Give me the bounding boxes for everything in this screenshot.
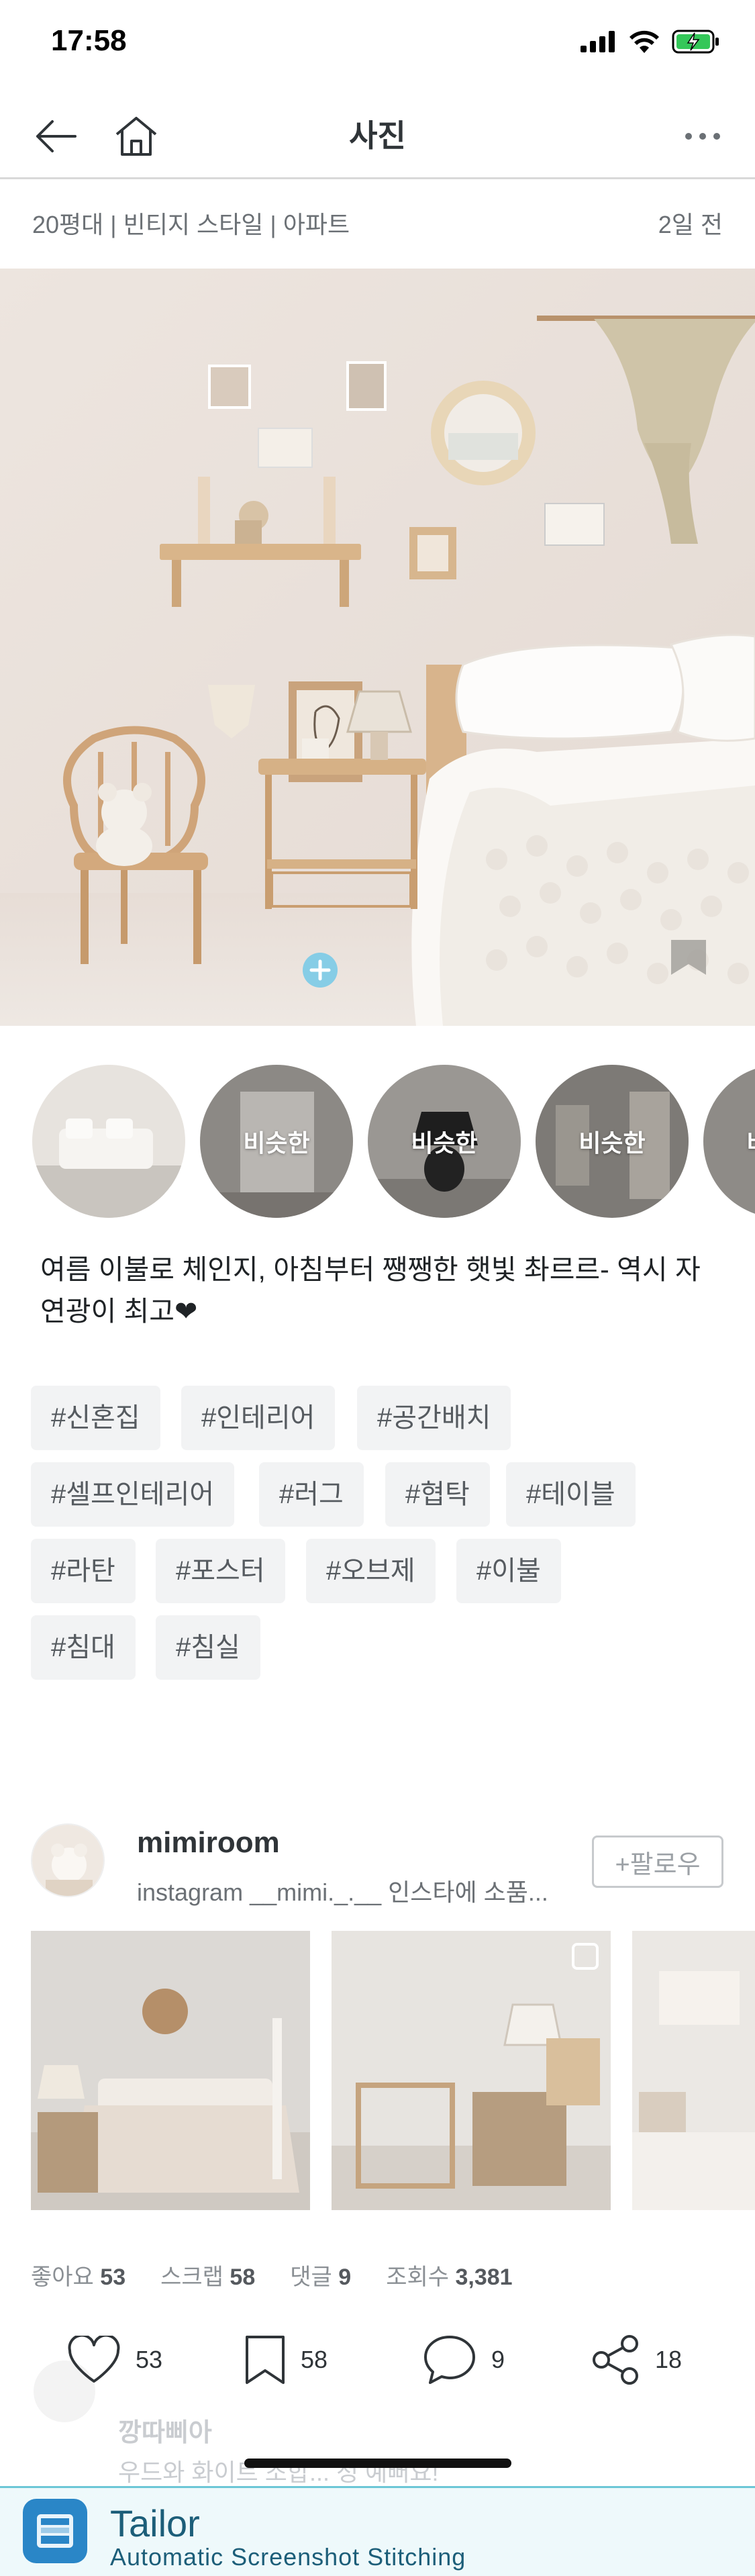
follow-button[interactable]: +팔로우 [592,1835,723,1888]
similar-label: 비슷한 [578,1129,646,1157]
share-icon [593,2335,638,2385]
similar-photo-4[interactable]: 비슷한 [536,1065,689,1218]
comments-count: 9 [338,2264,352,2290]
hashtag[interactable]: #협탁 [385,1462,490,1527]
battery-charging-icon [672,30,719,54]
scrap-count: 58 [301,2346,328,2373]
post-caption: 여름 이불로 체인지, 아침부터 쨍쨍한 햇빛 촤르르- 역시 자연광이 최고❤ [40,1254,701,1327]
status-time: 17:58 [51,24,127,57]
similar-photo-2[interactable]: 비슷한 [200,1065,353,1218]
share-button[interactable]: 18 [591,2330,682,2390]
comment-count: 9 [491,2346,505,2373]
similar-label: 비슷한 [243,1129,310,1157]
hashtag[interactable]: #테이블 [506,1462,636,1527]
user-photo-thumbnail-3[interactable] [632,1931,755,2210]
similar-photo-5[interactable]: 비슷한 [703,1065,755,1218]
page-title: 사진 [349,118,406,153]
post-photo[interactable] [0,269,755,1026]
similar-photo-1[interactable] [32,1065,185,1218]
comment-button[interactable]: 9 [423,2330,505,2390]
hashtag[interactable]: #공간배치 [357,1386,511,1450]
cellular-signal-icon [581,31,615,52]
hashtag[interactable]: #러그 [259,1462,364,1527]
bedroom-photo-illustration [0,269,755,1026]
hashtag[interactable]: #신혼집 [31,1386,160,1450]
heart-icon [68,2336,120,2383]
share-count: 18 [655,2346,683,2373]
similar-photo-3[interactable]: 비슷한 [368,1065,521,1218]
hashtag[interactable]: #라탄 [31,1539,136,1603]
tailor-subtitle: Automatic Screenshot Stitching [110,2543,466,2571]
like-count: 53 [136,2346,163,2373]
more-options-button[interactable] [674,107,732,165]
comment-author: 깡따삐아 [118,2419,212,2447]
hashtag[interactable]: #포스터 [156,1539,285,1603]
nav-divider [0,177,755,179]
status-icons [581,30,720,54]
like-button[interactable]: 53 [67,2330,162,2390]
user-name[interactable]: mimiroom [137,1826,280,1860]
likes-label: 좋아요 [31,2264,94,2290]
hashtag[interactable]: #인테리어 [181,1386,336,1450]
user-photo-thumbnail-2[interactable] [332,1931,611,2210]
bookmark-icon [246,2336,285,2384]
wifi-icon [630,30,659,53]
hashtag[interactable]: #침실 [156,1615,260,1680]
user-photo-thumbnail-1[interactable] [31,1931,310,2210]
user-avatar[interactable] [31,1823,105,1897]
hashtag[interactable]: #셀프인테리어 [31,1462,235,1527]
tailor-title: Tailor [110,2502,200,2544]
post-meta-info: 20평대 | 빈티지 스타일 | 아파트 [32,211,350,238]
views-label: 조회수 [386,2264,450,2290]
hashtag[interactable]: #침대 [31,1615,136,1680]
similar-label: 비슷한 [703,1065,755,1218]
scraps-count: 58 [230,2264,256,2290]
scraps-label: 스크랩 [160,2264,223,2290]
post-time: 2일 전 [658,211,723,238]
speech-bubble-icon [424,2336,475,2384]
scrap-button[interactable]: 58 [244,2330,328,2390]
post-stats: 좋아요 53 스크랩 58 댓글 9 조회수 3,381 [31,2258,548,2291]
hashtag[interactable]: #이불 [456,1539,561,1603]
tailor-app-icon [23,2499,87,2563]
views-count: 3,381 [455,2264,513,2290]
hashtag[interactable]: #오브제 [306,1539,436,1603]
likes-count: 53 [100,2264,126,2290]
user-subtitle: instagram __mimi._.__ 인스타에 소품... [137,1878,548,1906]
comments-label: 댓글 [290,2264,332,2290]
similar-label: 비슷한 [411,1129,478,1157]
more-dots-icon [685,133,720,140]
home-indicator[interactable] [244,2459,511,2468]
app-screen: { "status_bar": {"time": "17:58"}, "nav"… [0,0,755,2576]
